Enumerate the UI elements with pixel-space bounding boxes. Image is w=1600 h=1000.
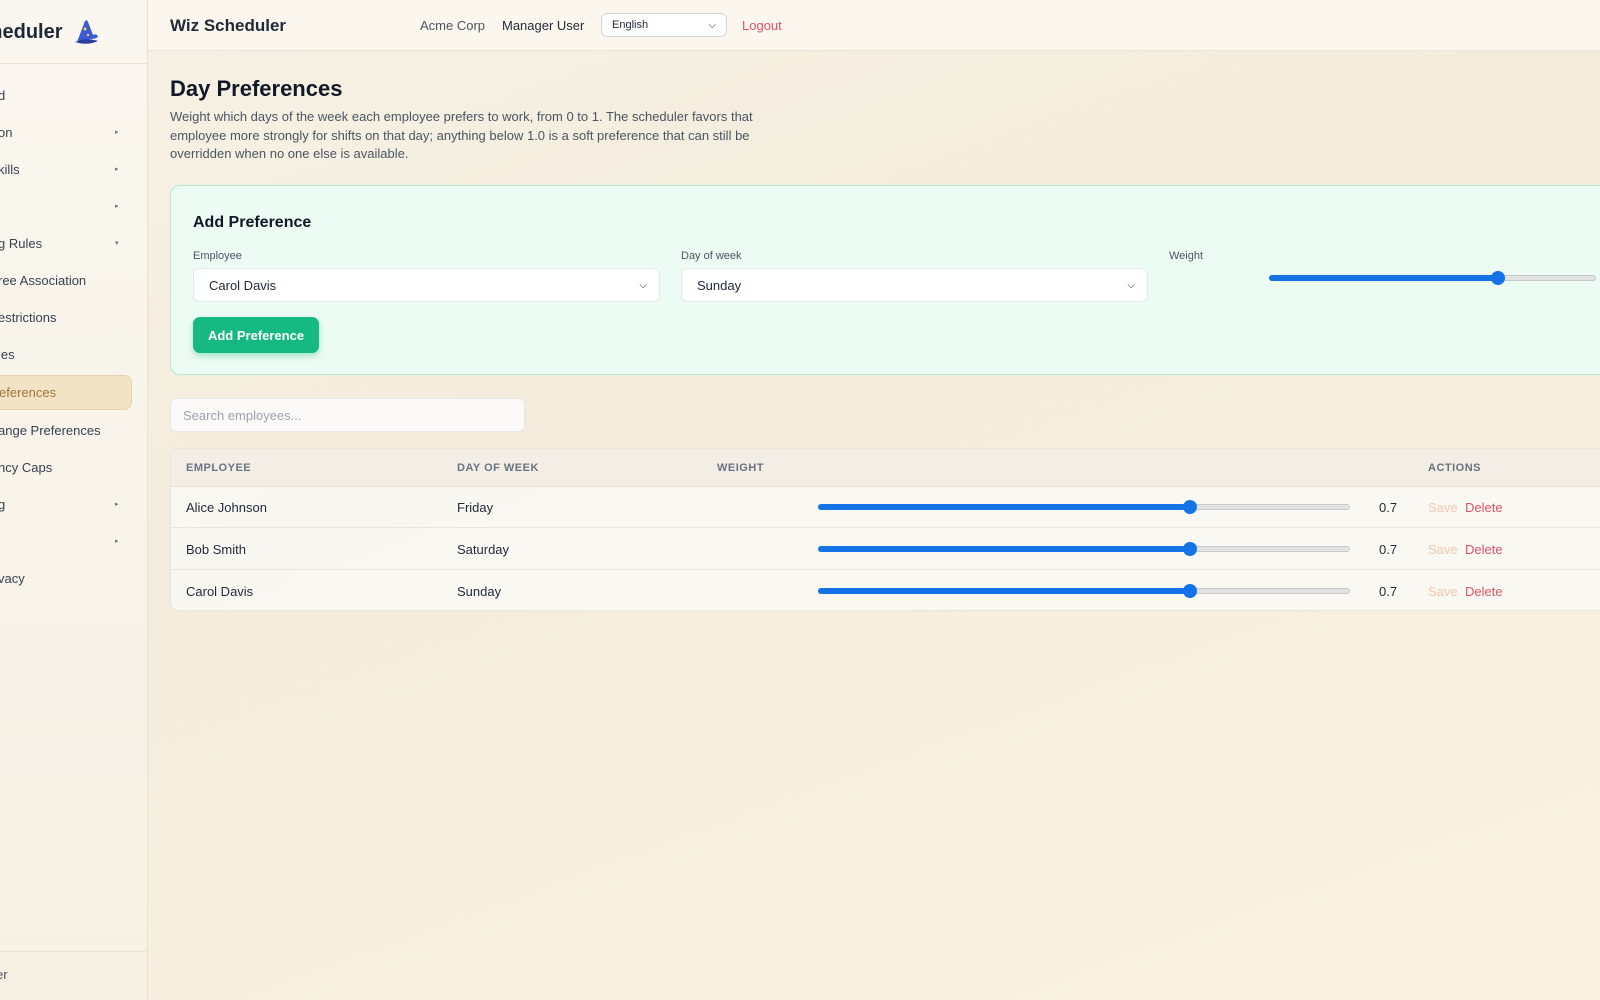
sidebar-item-privacy[interactable]: vacy (0, 563, 147, 593)
day-of-week-select[interactable]: Sunday ⌵ (681, 268, 1148, 302)
sidebar-item-frequency-caps[interactable]: ncy Caps (0, 452, 147, 482)
chevron-right-icon: ▸ (115, 129, 119, 136)
sidebar-item-skills[interactable]: kills ▸ (0, 154, 147, 184)
delete-button[interactable]: Delete (1465, 500, 1503, 515)
sidebar: Wiz Scheduler d on ▸ kills ▸ ▸ g Rules ▾… (0, 0, 148, 1000)
sidebar-item-label: ange Preferences (0, 422, 101, 438)
slider-thumb[interactable] (1490, 271, 1505, 285)
save-button[interactable]: Save (1428, 542, 1458, 557)
sidebar-item-label: g (0, 497, 5, 512)
weight-value: 0.7 (1379, 500, 1398, 515)
day-cell: Sunday (457, 584, 502, 599)
slider-fill (1269, 275, 1498, 281)
sidebar-item-range-preferences[interactable]: ange Preferences (0, 415, 147, 445)
weight-label: Weight (1169, 250, 1204, 262)
employee-label: Employee (193, 250, 242, 262)
chevron-down-icon: ⌵ (1127, 279, 1135, 291)
table-header: EMPLOYEE DAY OF WEEK WEIGHT ACTIONS (171, 449, 1600, 487)
employee-select[interactable]: Carol Davis ⌵ (193, 268, 660, 302)
search-input[interactable] (170, 398, 525, 432)
sidebar-item-group[interactable]: ▸ (0, 191, 147, 221)
weight-slider[interactable] (1269, 270, 1596, 286)
sidebar-item-dashboard[interactable]: d (0, 80, 147, 110)
table-row: Bob Smith Saturday 0.7 Save Delete (171, 529, 1600, 570)
employee-select-value: Carol Davis (209, 277, 277, 293)
sidebar-item-reporting[interactable]: g ▸ (0, 489, 147, 519)
preferences-table: EMPLOYEE DAY OF WEEK WEIGHT ACTIONS Alic… (170, 448, 1600, 611)
sidebar-item-label: ncy Caps (0, 459, 53, 475)
sidebar-item-scheduling-rules[interactable]: g Rules ▾ (0, 228, 147, 258)
slider-fill (818, 504, 1191, 510)
employee-cell: Carol Davis (186, 584, 254, 599)
slider-thumb[interactable] (1183, 584, 1198, 598)
wizard-hat-icon (74, 20, 98, 44)
chevron-down-icon: ⌵ (708, 19, 716, 31)
app-title: Wiz Scheduler (170, 16, 287, 35)
sidebar-item-label: estrictions (0, 309, 57, 325)
logout-link[interactable]: Logout (742, 18, 782, 33)
table-row: Alice Johnson Friday 0.7 Save Delete (171, 487, 1600, 528)
language-select[interactable]: English ⌵ (601, 13, 727, 37)
chevron-right-icon: ▸ (115, 203, 119, 210)
user-name: Manager User (502, 18, 585, 33)
sidebar-item-label: d (0, 88, 5, 103)
sidebar-item-label: vacy (0, 570, 25, 586)
chevron-right-icon: ▸ (115, 166, 119, 173)
save-button[interactable]: Save (1428, 584, 1458, 599)
delete-button[interactable]: Delete (1465, 542, 1503, 557)
weight-value: 0.7 (1379, 584, 1398, 599)
row-weight-slider[interactable] (818, 499, 1350, 515)
sidebar-item-roles[interactable]: les (0, 339, 147, 369)
column-header-actions: ACTIONS (1428, 462, 1481, 474)
organization-name: Acme Corp (420, 18, 486, 33)
card-title: Add Preference (193, 214, 312, 231)
row-weight-slider[interactable] (818, 583, 1350, 599)
column-header-day: DAY OF WEEK (457, 462, 539, 474)
column-header-employee: EMPLOYEE (186, 462, 252, 474)
language-value: English (612, 19, 649, 31)
sidebar-item-label: eferences (0, 385, 57, 400)
sidebar-item-group-2[interactable]: ▸ (0, 526, 147, 556)
day-cell: Friday (457, 500, 494, 515)
sidebar-item-label: les (0, 346, 15, 362)
page-title: Day Preferences (170, 76, 343, 101)
add-preference-card: Add Preference Employee Carol Davis ⌵ Da… (170, 185, 1600, 375)
row-weight-slider[interactable] (818, 541, 1350, 557)
delete-button[interactable]: Delete (1465, 584, 1503, 599)
slider-thumb[interactable] (1183, 542, 1198, 556)
sidebar-item-employee-association[interactable]: ree Association (0, 265, 147, 295)
brand-divider (0, 63, 147, 64)
slider-fill (818, 546, 1191, 552)
table-row: Carol Davis Sunday 0.7 Save Delete (171, 571, 1600, 610)
weight-value: 0.7 (1379, 542, 1398, 557)
day-of-week-label: Day of week (681, 250, 742, 262)
slider-thumb[interactable] (1183, 500, 1198, 514)
employee-cell: Alice Johnson (186, 500, 267, 515)
chevron-down-icon: ▾ (115, 240, 119, 247)
day-cell: Saturday (457, 542, 510, 557)
sidebar-item-organization[interactable]: on ▸ (0, 117, 147, 147)
brand[interactable]: Wiz Scheduler (0, 14, 101, 50)
top-bar: Wiz Scheduler Acme Corp Manager User Eng… (148, 0, 1600, 51)
chevron-down-icon: ⌵ (639, 279, 647, 291)
column-header-weight: WEIGHT (717, 462, 764, 474)
sidebar-item-label: g Rules (0, 235, 43, 251)
sidebar-item-day-preferences[interactable]: eferences (0, 375, 132, 410)
chevron-right-icon: ▸ (115, 501, 119, 508)
sidebar-item-label: kills (0, 161, 20, 177)
add-preference-button[interactable]: Add Preference (193, 317, 319, 353)
chevron-right-icon: ▸ (115, 538, 119, 545)
slider-fill (818, 588, 1191, 594)
employee-cell: Bob Smith (186, 542, 246, 557)
sidebar-footer-user[interactable]: er (0, 967, 8, 982)
sidebar-footer-divider (0, 951, 147, 952)
save-button[interactable]: Save (1428, 500, 1458, 515)
brand-name: Wiz Scheduler (0, 20, 63, 43)
page-description: Weight which days of the week each emplo… (170, 109, 753, 161)
sidebar-item-restrictions[interactable]: estrictions (0, 302, 147, 332)
sidebar-item-label: on (0, 124, 13, 140)
day-select-value: Sunday (697, 277, 742, 293)
sidebar-item-label: ree Association (0, 272, 87, 288)
